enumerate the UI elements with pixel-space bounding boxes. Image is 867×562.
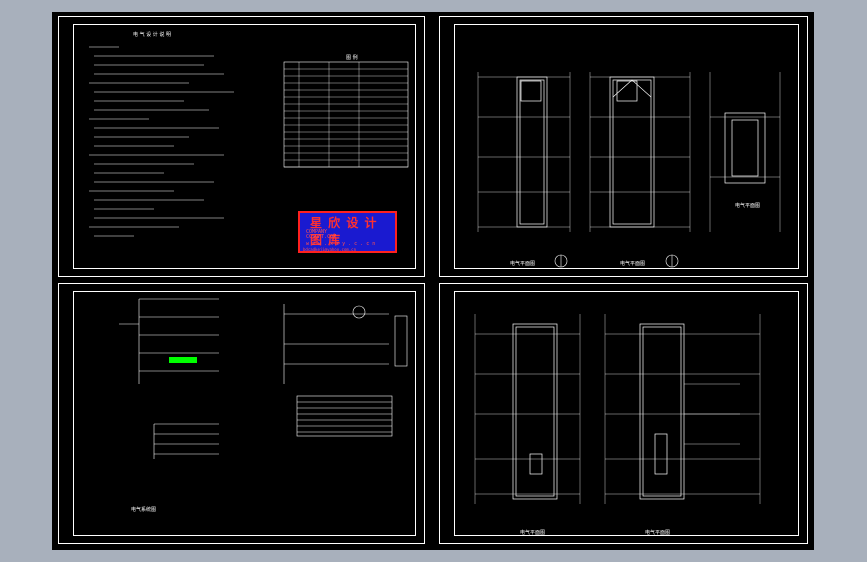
watermark-logo: 星 欣 设 计 图 库 COMPANY CCSOFT.COM w w w . x… [298,211,397,253]
plan-label-3: 电气平面图 [735,203,761,209]
sheet-floor-plans-2[interactable]: 电气平面图 电气平面图 [439,283,808,544]
plans2-drawing [474,314,761,504]
highlight-block [169,357,197,363]
sheet-floor-plans[interactable]: 电气平面图 电气平面图 电气平面图 [439,16,808,277]
cad-canvas[interactable]: 电 气 设 计 说 明 图 例 星 欣 设 计 图 库 COMPANY CCSO… [52,12,814,550]
logo-email: bdcadkeji@yahoo.com.cn [303,247,356,252]
system-label: 电气系统图 [131,507,157,513]
sheet-system-diagram[interactable]: 电气系统图 [58,283,425,544]
plan-label-2: 电气平面图 [620,261,646,267]
plan-label-1: 电气平面图 [510,261,536,267]
plan2-label-2: 电气平面图 [645,530,671,536]
plan2-label-1: 电气平面图 [520,530,546,536]
logo-line2: CCSOFT.COM [306,234,337,240]
plans-drawing [477,72,781,268]
system-drawing [119,298,408,459]
